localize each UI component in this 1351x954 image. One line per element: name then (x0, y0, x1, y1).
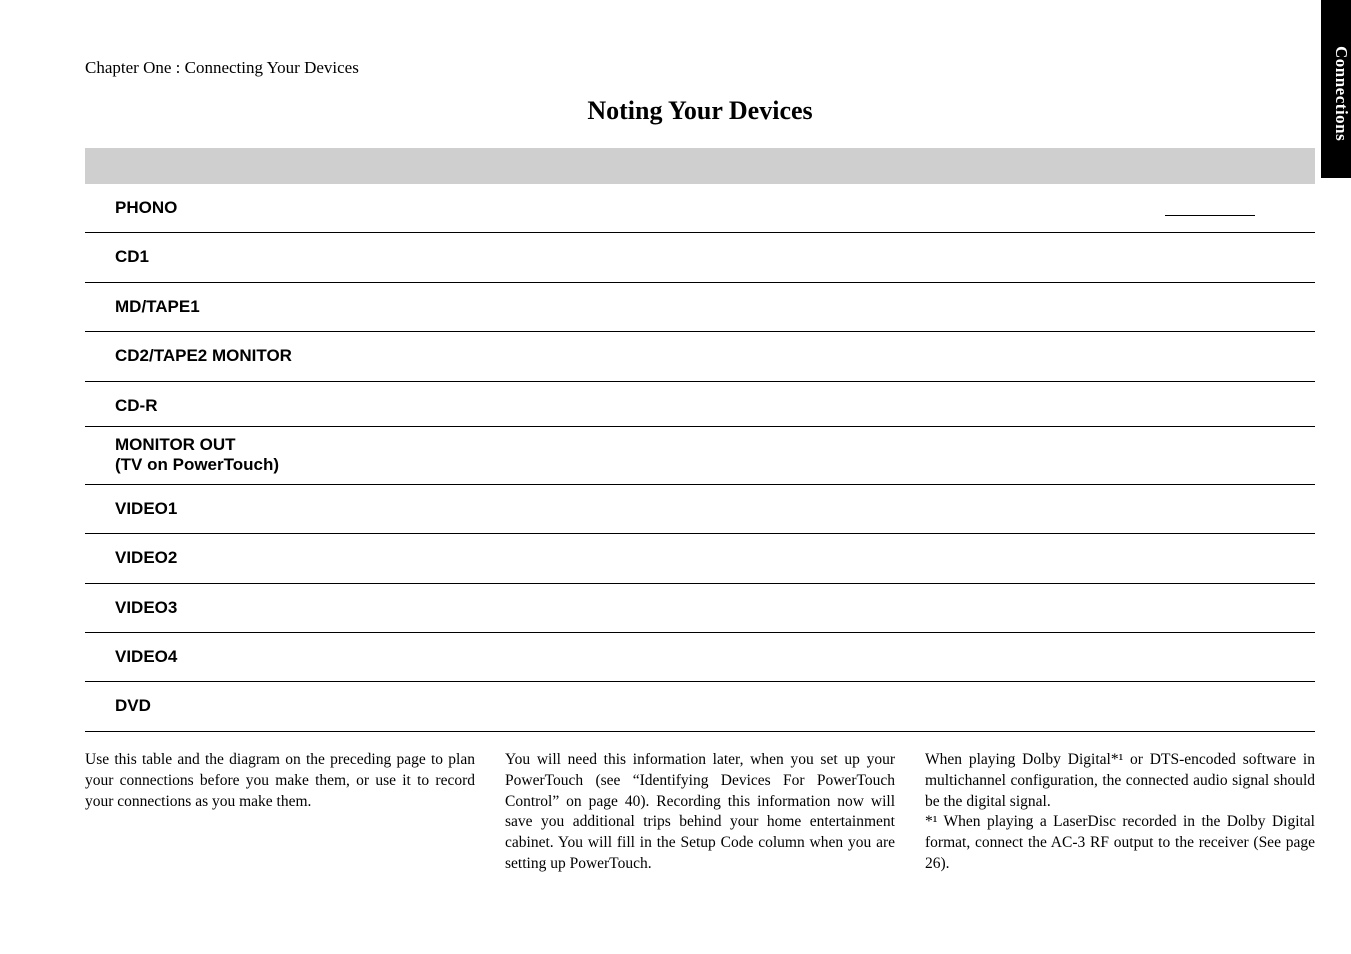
monitor-out-line1: MONITOR OUT (115, 435, 236, 454)
row-label-dvd: DVD (115, 696, 151, 716)
row-cd-r: CD-R (85, 382, 1315, 427)
row-dvd: DVD (85, 682, 1315, 731)
body-col-2: You will need this information later, wh… (505, 750, 895, 876)
row-phono: PHONO (85, 184, 1315, 233)
row-label-cd2-tape2-monitor: CD2/TAPE2 MONITOR (115, 346, 292, 366)
body-text-3: When playing Dolby Digital*¹ or DTS-enco… (925, 750, 1315, 813)
row-label-monitor-out: MONITOR OUT (TV on PowerTouch) (115, 435, 279, 476)
body-text-2: You will need this information later, wh… (505, 750, 895, 876)
body-col-1: Use this table and the diagram on the pr… (85, 750, 475, 876)
body-text-1: Use this table and the diagram on the pr… (85, 750, 475, 813)
fill-line-phono (1165, 215, 1255, 216)
body-columns: Use this table and the diagram on the pr… (85, 750, 1315, 876)
row-cd2-tape2-monitor: CD2/TAPE2 MONITOR (85, 332, 1315, 381)
side-tab-connections: Connections (1321, 0, 1351, 178)
row-video2: VIDEO2 (85, 534, 1315, 583)
page-title: Noting Your Devices (85, 96, 1315, 126)
row-label-md-tape1: MD/TAPE1 (115, 297, 200, 317)
table-header-bar (85, 148, 1315, 184)
chapter-heading: Chapter One : Connecting Your Devices (85, 58, 1315, 78)
row-label-video4: VIDEO4 (115, 647, 177, 667)
row-label-video3: VIDEO3 (115, 598, 177, 618)
row-label-cd-r: CD-R (115, 396, 158, 416)
row-label-video1: VIDEO1 (115, 499, 177, 519)
row-video3: VIDEO3 (85, 584, 1315, 633)
row-cd1: CD1 (85, 233, 1315, 282)
row-video1: VIDEO1 (85, 485, 1315, 534)
row-monitor-out: MONITOR OUT (TV on PowerTouch) (85, 427, 1315, 485)
row-md-tape1: MD/TAPE1 (85, 283, 1315, 332)
body-col-3: When playing Dolby Digital*¹ or DTS-enco… (925, 750, 1315, 876)
row-label-video2: VIDEO2 (115, 548, 177, 568)
row-video4: VIDEO4 (85, 633, 1315, 682)
monitor-out-line2: (TV on PowerTouch) (115, 455, 279, 474)
row-label-cd1: CD1 (115, 247, 149, 267)
row-label-phono: PHONO (115, 198, 177, 218)
body-text-3-footnote: *¹ When playing a LaserDisc recorded in … (925, 812, 1315, 875)
